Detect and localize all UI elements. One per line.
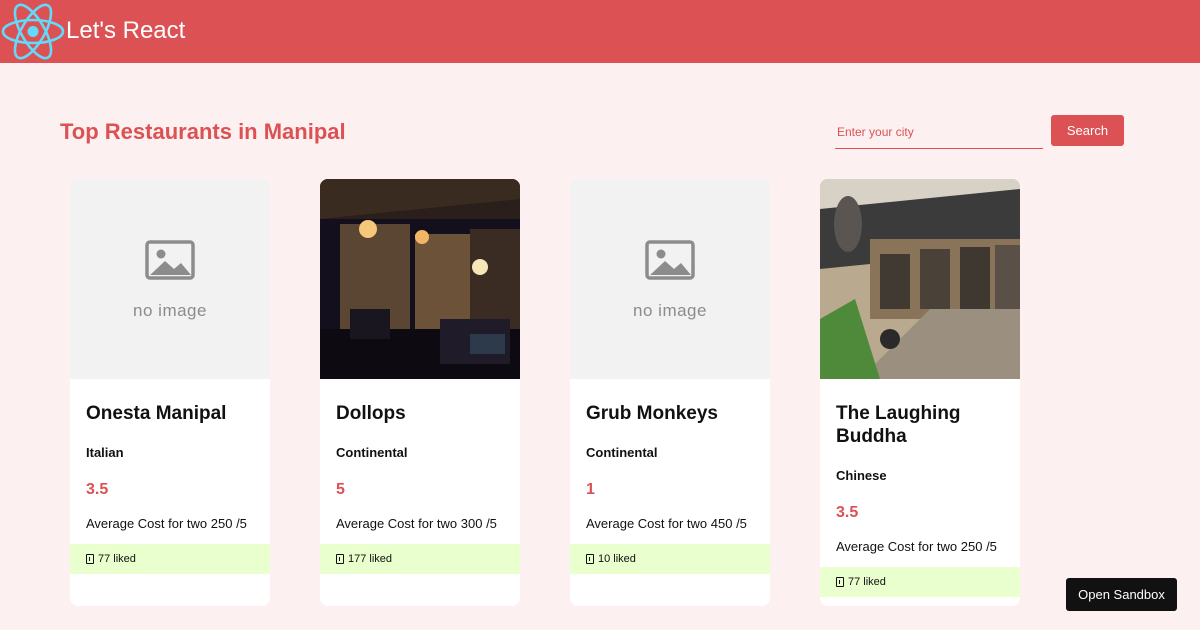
phone-icon (86, 554, 94, 564)
image-placeholder-icon (145, 240, 195, 280)
app-header: Let's React (0, 0, 1200, 63)
restaurant-rating: 5 (336, 481, 345, 498)
restaurant-cost: Average Cost for two 250 /5 (86, 516, 247, 531)
restaurant-cuisine: Continental (586, 445, 658, 460)
open-sandbox-button[interactable]: Open Sandbox (1066, 578, 1177, 611)
react-atom-icon (1, 3, 65, 60)
likes-bar: 77 liked (820, 567, 1020, 597)
restaurant-interior-photo (320, 179, 520, 379)
likes-count: 77 liked (848, 576, 886, 588)
restaurant-name: Onesta Manipal (86, 403, 227, 424)
restaurant-name: The Laughing Buddha (836, 403, 961, 447)
search-button[interactable]: Search (1051, 115, 1124, 146)
restaurant-rating: 3.5 (836, 504, 859, 521)
restaurant-card[interactable]: Dollops Continental 5 Average Cost for t… (320, 179, 520, 606)
no-image-label: no image (133, 301, 207, 320)
no-image-placeholder: no image (570, 179, 770, 379)
restaurant-card[interactable]: no image Grub Monkeys Continental 1 Aver… (570, 179, 770, 606)
no-image-placeholder: no image (70, 179, 270, 379)
likes-bar: 10 liked (570, 544, 770, 574)
restaurant-storefront-photo (820, 179, 1020, 379)
likes-count: 177 liked (348, 553, 393, 565)
phone-icon (586, 554, 594, 564)
phone-icon (836, 577, 844, 587)
page-title: Top Restaurants in Manipal (60, 119, 346, 144)
likes-count: 10 liked (598, 553, 636, 565)
city-search-input[interactable] (835, 115, 1043, 149)
app-title: Let's React (66, 17, 186, 44)
likes-bar: 77 liked (70, 544, 270, 574)
likes-count: 77 liked (98, 553, 136, 565)
no-image-label: no image (633, 301, 707, 320)
restaurant-cuisine: Italian (86, 445, 124, 460)
likes-bar: 177 liked (320, 544, 520, 574)
restaurant-name: Grub Monkeys (586, 403, 718, 424)
restaurant-cost: Average Cost for two 450 /5 (586, 516, 747, 531)
restaurant-cost: Average Cost for two 300 /5 (336, 516, 497, 531)
restaurant-cuisine: Chinese (836, 468, 887, 483)
restaurant-cost: Average Cost for two 250 /5 (836, 539, 997, 554)
restaurant-cuisine: Continental (336, 445, 408, 460)
restaurant-rating: 1 (586, 481, 595, 498)
image-placeholder-icon (645, 240, 695, 280)
restaurant-card[interactable]: The Laughing Buddha Chinese 3.5 Average … (820, 179, 1020, 606)
restaurant-name: Dollops (336, 403, 406, 424)
phone-icon (336, 554, 344, 564)
restaurant-card[interactable]: no image Onesta Manipal Italian 3.5 Aver… (70, 179, 270, 606)
restaurant-rating: 3.5 (86, 481, 109, 498)
